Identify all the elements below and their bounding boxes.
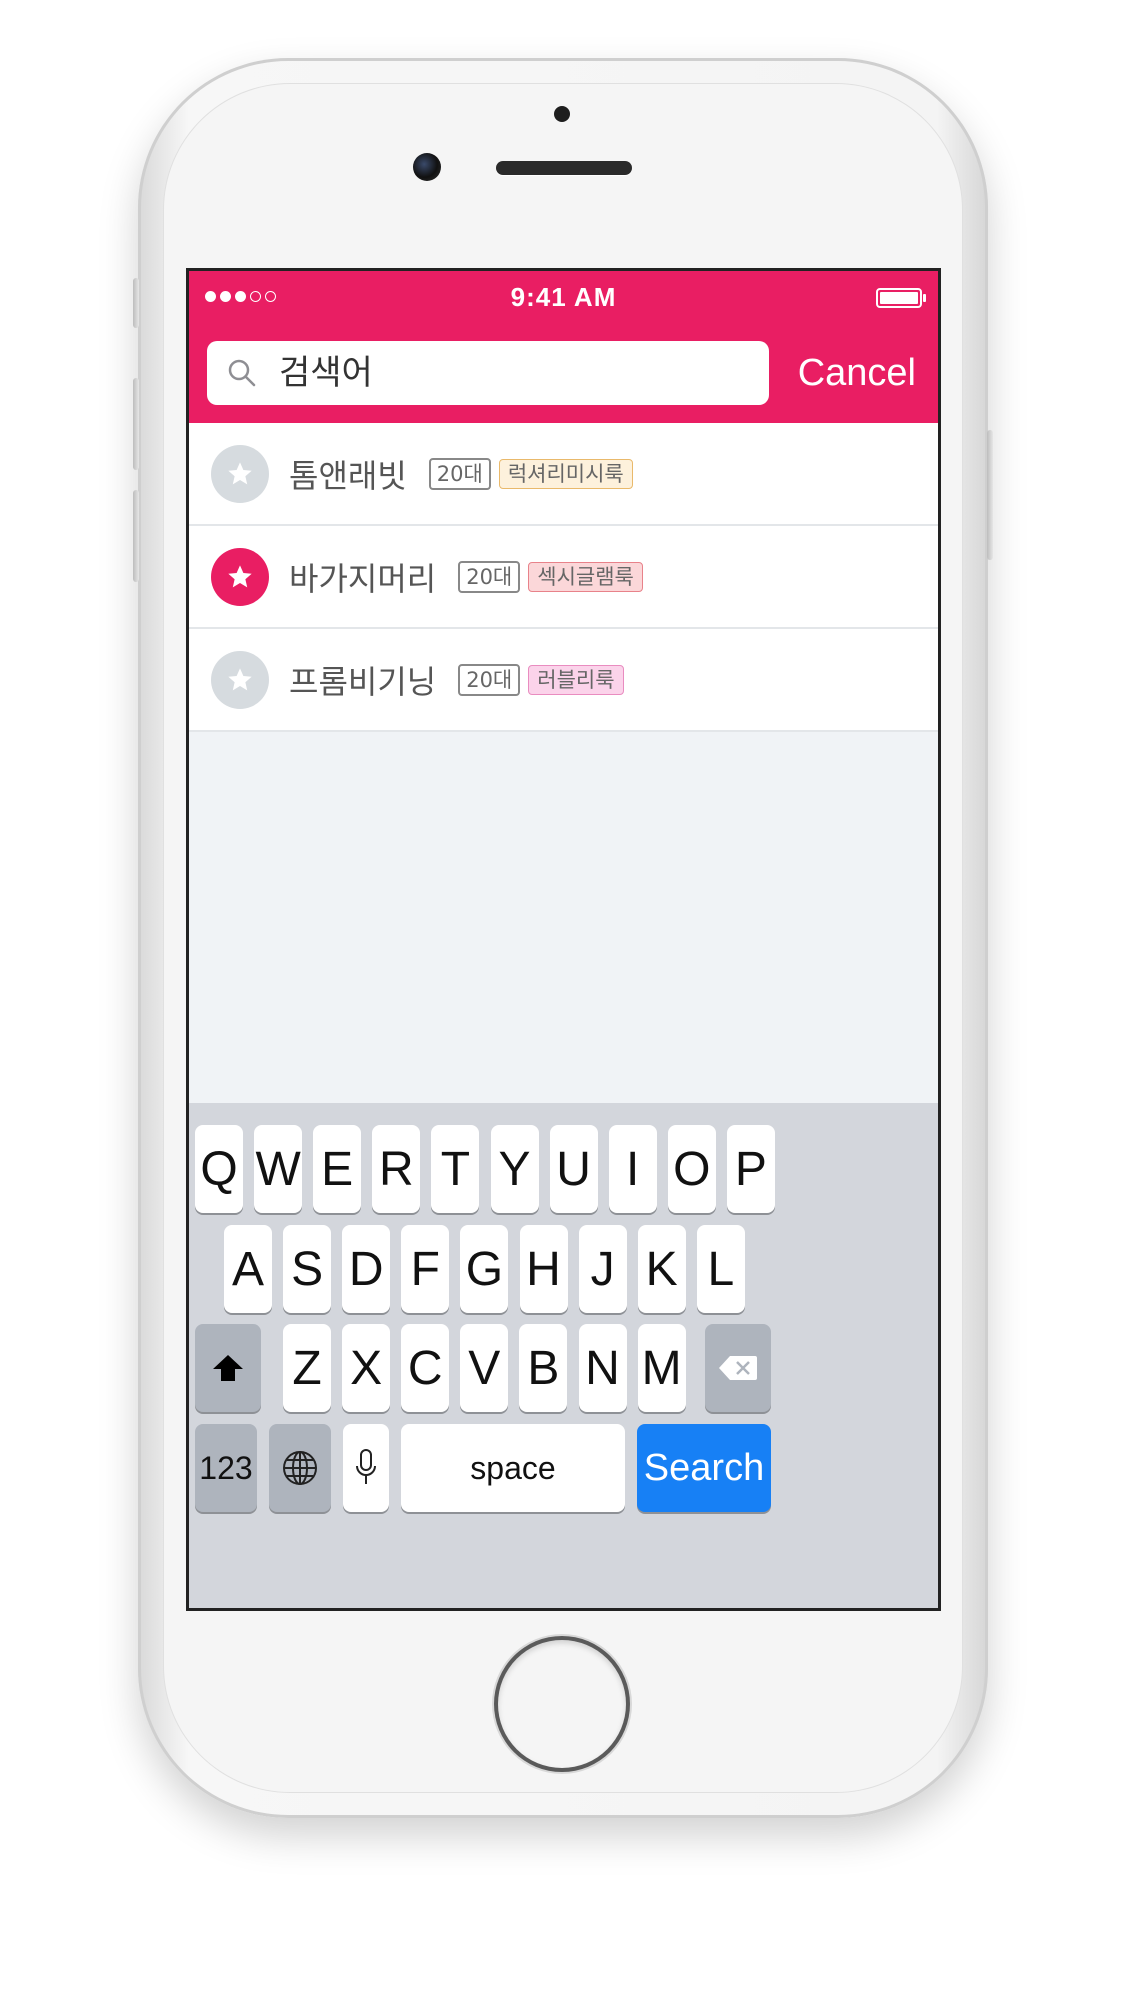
key-f[interactable]: F [401, 1225, 450, 1313]
earpiece-speaker [496, 161, 632, 175]
search-icon [228, 359, 256, 387]
list-item[interactable]: 프롬비기닝 20대 러블리룩 [189, 629, 938, 732]
shift-icon [213, 1355, 243, 1381]
style-tag: 섹시글램룩 [528, 561, 643, 592]
item-name: 톰앤래빗 [289, 456, 407, 495]
item-name: 바가지머리 [289, 559, 437, 598]
globe-icon [283, 1451, 317, 1485]
key-i[interactable]: I [608, 1125, 657, 1213]
age-badge: 20대 [428, 457, 491, 490]
battery-icon [876, 288, 926, 308]
microphone-key[interactable] [343, 1424, 389, 1512]
keyboard: Q W E R T Y U I O P A S D F G H J K L Z X C V B N M 123 space Search [189, 1103, 938, 1608]
key-x[interactable]: X [342, 1324, 391, 1412]
search-header: 9:41 AM 검색어 Cancel [189, 271, 938, 423]
key-c[interactable]: C [401, 1324, 450, 1412]
key-t[interactable]: T [431, 1125, 480, 1213]
power-button [987, 430, 993, 560]
shift-key[interactable] [195, 1324, 261, 1412]
list-item[interactable]: 톰앤래빗 20대 럭셔리미시룩 [189, 423, 938, 526]
space-key[interactable]: space [401, 1424, 625, 1512]
key-a[interactable]: A [224, 1225, 272, 1313]
key-o[interactable]: O [667, 1125, 716, 1213]
key-j[interactable]: J [578, 1225, 627, 1313]
status-bar: 9:41 AM [189, 271, 938, 321]
screen: 9:41 AM 검색어 Cancel 톰앤래빗 20대 럭셔리미시룩 바가지머리 20대… [186, 268, 941, 1611]
silent-switch [133, 278, 139, 328]
style-tag: 러블리룩 [528, 664, 624, 695]
cancel-button[interactable]: Cancel [798, 341, 916, 405]
key-g[interactable]: G [460, 1225, 509, 1313]
search-query-text: 검색어 [279, 353, 373, 393]
key-p[interactable]: P [726, 1125, 775, 1213]
star-icon[interactable] [211, 650, 269, 709]
key-m[interactable]: M [637, 1324, 686, 1412]
key-q[interactable]: Q [195, 1125, 243, 1213]
microphone-icon [356, 1449, 376, 1484]
results-list: 톰앤래빗 20대 럭셔리미시룩 바가지머리 20대 섹시글램룩 프롬비기닝 20대 러블리룩 [189, 423, 938, 732]
key-b[interactable]: B [519, 1324, 568, 1412]
backspace-key[interactable] [705, 1324, 771, 1412]
style-tag: 럭셔리미시룩 [498, 458, 633, 489]
search-key[interactable]: Search [637, 1424, 771, 1512]
key-z[interactable]: Z [283, 1324, 331, 1412]
key-y[interactable]: Y [490, 1125, 539, 1213]
item-name: 프롬비기닝 [289, 662, 437, 701]
proximity-sensor [554, 106, 570, 122]
key-v[interactable]: V [460, 1324, 509, 1412]
globe-key[interactable] [269, 1424, 331, 1512]
key-r[interactable]: R [372, 1125, 421, 1213]
key-k[interactable]: K [637, 1225, 686, 1313]
backspace-icon [719, 1356, 757, 1380]
age-badge: 20대 [458, 560, 521, 593]
key-n[interactable]: N [578, 1324, 627, 1412]
key-s[interactable]: S [283, 1225, 332, 1313]
key-l[interactable]: L [696, 1225, 745, 1313]
front-camera [413, 153, 441, 181]
key-e[interactable]: E [313, 1125, 362, 1213]
numbers-key[interactable]: 123 [195, 1424, 257, 1512]
search-input[interactable]: 검색어 [207, 341, 769, 405]
age-badge: 20대 [458, 663, 521, 696]
key-u[interactable]: U [549, 1125, 598, 1213]
status-time: 9:41 AM [510, 282, 617, 312]
key-d[interactable]: D [342, 1225, 391, 1313]
key-h[interactable]: H [519, 1225, 568, 1313]
key-w[interactable]: W [254, 1125, 303, 1213]
star-icon[interactable] [211, 547, 269, 606]
home-button[interactable] [498, 1640, 626, 1768]
volume-down-button [133, 490, 139, 582]
list-item[interactable]: 바가지머리 20대 섹시글램룩 [189, 526, 938, 629]
star-icon[interactable] [211, 444, 269, 503]
volume-up-button [133, 378, 139, 470]
